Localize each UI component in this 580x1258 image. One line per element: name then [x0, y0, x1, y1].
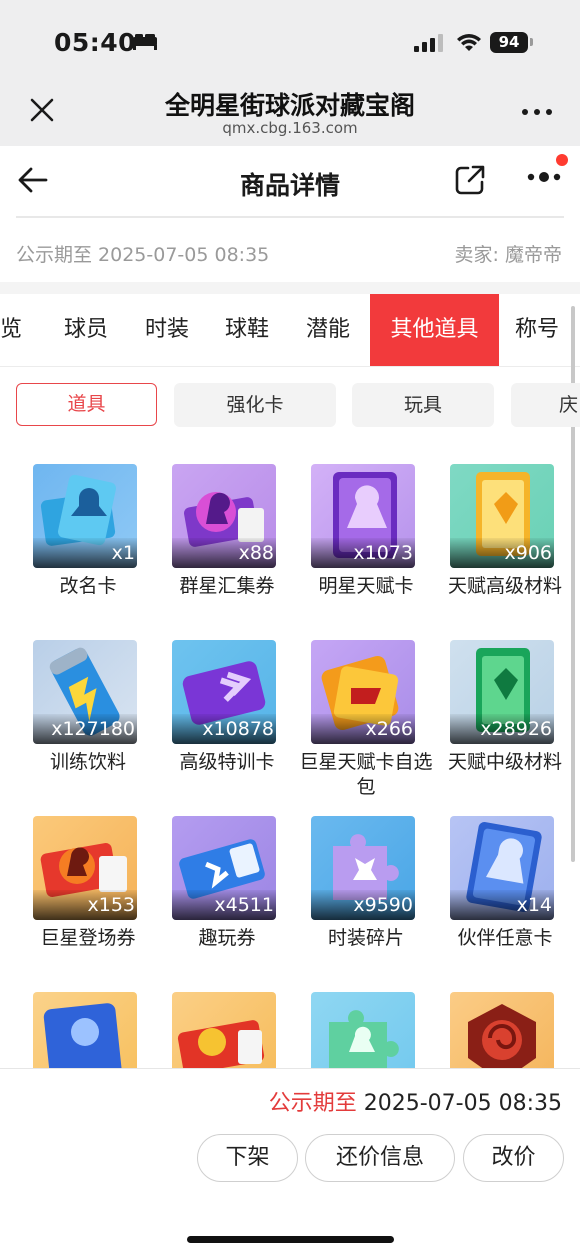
item-name: 天赋中级材料	[447, 751, 562, 773]
divider	[16, 216, 564, 218]
item-count: x9590	[311, 890, 415, 920]
subtab-toys[interactable]: 玩具	[352, 383, 494, 427]
item-thumbnail: x1	[33, 464, 137, 568]
bottom-action-bar: 公示期至 2025-07-05 08:35 下架 还价信息 改价	[0, 1068, 580, 1258]
item-name: 改名卡	[59, 575, 117, 597]
rose-badge-icon	[468, 1004, 536, 1070]
item-thumbnail: x1073	[311, 464, 415, 568]
wifi-icon	[457, 34, 481, 51]
public-label: 公示期至	[268, 1091, 357, 1116]
more-icon[interactable]	[520, 96, 554, 124]
item-name: 时装碎片	[327, 927, 404, 949]
browser-url: qmx.cbg.163.com	[222, 119, 358, 137]
item-thumbnail: x88	[172, 464, 276, 568]
section-gap	[0, 282, 580, 294]
item-name: 巨星登场券	[40, 927, 136, 949]
change-price-button[interactable]: 改价	[463, 1134, 564, 1182]
bottom-public-period: 公示期至 2025-07-05 08:35	[269, 1085, 562, 1117]
home-indicator[interactable]	[187, 1236, 394, 1243]
green-puzzle-icon	[329, 1010, 399, 1070]
tab-overview[interactable]: 总览	[0, 294, 22, 366]
public-period: 公示期至 2025-07-05 08:35	[16, 244, 270, 266]
red-ticket-icon	[177, 1020, 265, 1070]
item-name: 天赋高级材料	[447, 575, 562, 597]
browser-header: 全明星街球派对藏宝阁 qmx.cbg.163.com	[0, 86, 580, 146]
browser-title: 全明星街球派对藏宝阁	[164, 91, 415, 120]
status-time: 05:40	[54, 28, 137, 57]
item-name: 巨星天赋卡自选包	[299, 751, 433, 798]
public-value: 2025-07-05 08:35	[363, 1091, 562, 1116]
item-count: x906	[450, 538, 554, 568]
subtab-upgrade-cards[interactable]: 强化卡	[174, 383, 336, 427]
tab-outfits[interactable]: 时装	[145, 294, 189, 366]
item-thumbnail: x9590	[311, 816, 415, 920]
signal-icon	[414, 34, 443, 52]
bed-icon	[133, 34, 157, 50]
item-name: 明星天赋卡	[318, 575, 414, 597]
item-name: 伙伴任意卡	[457, 927, 553, 949]
item-thumbnail	[33, 992, 137, 1070]
item-count: x1	[33, 538, 137, 568]
counteroffer-info-button[interactable]: 还价信息	[305, 1134, 455, 1182]
item-thumbnail: x28926	[450, 640, 554, 744]
tab-potential[interactable]: 潜能	[306, 294, 350, 366]
item-thumbnail: x906	[450, 464, 554, 568]
item-thumbnail: x127180	[33, 640, 137, 744]
item-name: 趣玩券	[198, 927, 256, 949]
tab-players[interactable]: 球员	[64, 294, 108, 366]
item-count: x127180	[33, 714, 137, 744]
item-name: 高级特训卡	[179, 751, 275, 773]
items-grid: x1 改名卡 x88 群星汇集券 x1073 明星天赋卡 x906 天赋高级材料…	[0, 430, 580, 1070]
blue-ticket-icon	[43, 1003, 123, 1070]
tab-shoes[interactable]: 球鞋	[225, 294, 269, 366]
subtab-celebration[interactable]: 庆	[511, 383, 580, 427]
item-thumbnail: x4511	[172, 816, 276, 920]
item-count: x4511	[172, 890, 276, 920]
item-count: x153	[33, 890, 137, 920]
item-count: x28926	[450, 714, 554, 744]
item-thumbnail: x10878	[172, 640, 276, 744]
share-icon[interactable]	[454, 164, 486, 196]
item-thumbnail	[450, 992, 554, 1070]
delist-button[interactable]: 下架	[197, 1134, 298, 1182]
item-count: x10878	[172, 714, 276, 744]
notification-dot	[556, 154, 568, 166]
item-thumbnail: x266	[311, 640, 415, 744]
subtab-items[interactable]: 道具	[16, 383, 157, 426]
battery-icon: 94	[490, 32, 528, 53]
subtabs: 道具 强化卡 玩具 庆	[0, 383, 580, 429]
item-thumbnail	[311, 992, 415, 1070]
status-bar: 05:40 94	[0, 0, 580, 86]
item-name: 训练饮料	[49, 751, 126, 773]
seller-name[interactable]: 卖家: 魔帝帝	[455, 240, 562, 267]
item-thumbnail: x153	[33, 816, 137, 920]
item-count: x14	[450, 890, 554, 920]
page-title: 商品详情	[239, 171, 340, 200]
item-thumbnail: x14	[450, 816, 554, 920]
item-count: x88	[172, 538, 276, 568]
tab-titles[interactable]: 称号	[515, 294, 559, 366]
item-name: 群星汇集券	[179, 575, 275, 597]
tab-other-items[interactable]: 其他道具	[370, 294, 499, 366]
more-dots-icon[interactable]	[526, 170, 562, 184]
category-tabs: 总览 球员 时装 球鞋 潜能 其他道具 称号	[0, 294, 580, 367]
battery-tip	[530, 38, 533, 46]
info-row: 公示期至 2025-07-05 08:35 卖家: 魔帝帝	[0, 222, 580, 282]
item-thumbnail	[172, 992, 276, 1070]
app-nav: 商品详情	[0, 146, 580, 216]
item-count: x1073	[311, 538, 415, 568]
item-count: x266	[311, 714, 415, 744]
